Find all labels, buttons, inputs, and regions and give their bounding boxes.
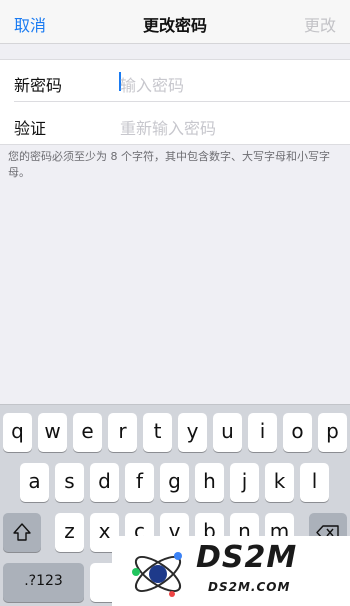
key-q[interactable]: q bbox=[3, 413, 32, 452]
change-button[interactable]: 更改 bbox=[304, 12, 336, 36]
password-hint: 您的密码必须至少为 8 个字符，其中包含数字、大写字母和小写字母。 bbox=[8, 150, 330, 179]
page-title: 更改密码 bbox=[142, 16, 207, 35]
shift-icon bbox=[13, 523, 31, 541]
shift-key[interactable] bbox=[3, 513, 41, 552]
key-s[interactable]: s bbox=[55, 463, 84, 502]
password-form: 新密码 输入密码 验证 重新输入密码 bbox=[0, 59, 350, 145]
nav-bar: 取消 更改密码 更改 bbox=[0, 0, 350, 44]
key-k[interactable]: k bbox=[265, 463, 294, 502]
key-i[interactable]: i bbox=[248, 413, 277, 452]
watermark-text: DS2M bbox=[196, 540, 298, 575]
key-p[interactable]: p bbox=[318, 413, 347, 452]
key-w[interactable]: w bbox=[38, 413, 67, 452]
key-d[interactable]: d bbox=[90, 463, 119, 502]
numbers-key[interactable]: .?123 bbox=[3, 563, 84, 602]
ds2m-logo-icon bbox=[132, 552, 182, 597]
key-l[interactable]: l bbox=[300, 463, 329, 502]
key-j[interactable]: j bbox=[230, 463, 259, 502]
key-u[interactable]: u bbox=[213, 413, 242, 452]
key-r[interactable]: r bbox=[108, 413, 137, 452]
new-password-input[interactable]: 输入密码 bbox=[120, 72, 184, 96]
verify-password-row[interactable]: 验证 重新输入密码 bbox=[0, 103, 350, 145]
new-password-label: 新密码 bbox=[14, 76, 63, 95]
key-e[interactable]: e bbox=[73, 413, 102, 452]
verify-label: 验证 bbox=[14, 119, 47, 138]
key-t[interactable]: t bbox=[143, 413, 172, 452]
new-password-row[interactable]: 新密码 输入密码 bbox=[14, 60, 350, 102]
key-y[interactable]: y bbox=[178, 413, 207, 452]
key-g[interactable]: g bbox=[160, 463, 189, 502]
key-o[interactable]: o bbox=[283, 413, 312, 452]
key-f[interactable]: f bbox=[125, 463, 154, 502]
watermark-subtext: DS2M.COM bbox=[208, 580, 291, 594]
key-h[interactable]: h bbox=[195, 463, 224, 502]
key-a[interactable]: a bbox=[20, 463, 49, 502]
verify-password-input[interactable]: 重新输入密码 bbox=[120, 115, 216, 139]
key-z[interactable]: z bbox=[55, 513, 84, 552]
watermark: DS2M DS2M.COM bbox=[112, 536, 350, 606]
